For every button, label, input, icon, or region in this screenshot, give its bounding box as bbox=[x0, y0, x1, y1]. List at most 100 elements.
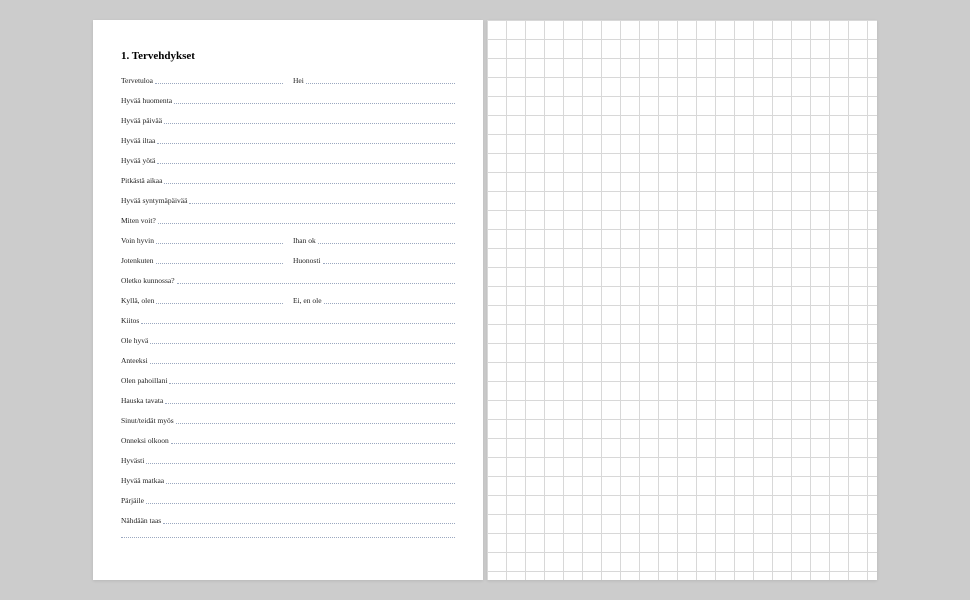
vocab-row: Olen pahoillani bbox=[121, 376, 455, 396]
vocab-cell: Sinut/teidät myös bbox=[121, 416, 455, 425]
vocab-term: Hyvää päivää bbox=[121, 116, 164, 125]
vocab-term: Pärjäile bbox=[121, 496, 146, 505]
fill-line bbox=[166, 483, 455, 484]
vocab-term: Pitkästä aikaa bbox=[121, 176, 164, 185]
fill-line bbox=[169, 383, 455, 384]
vocab-row: Hyvää syntymäpäivää bbox=[121, 196, 455, 216]
vocab-cell: Hyvää päivää bbox=[121, 116, 455, 125]
vocab-term: Hyvää iltaa bbox=[121, 136, 157, 145]
vocab-row: Hauska tavata bbox=[121, 396, 455, 416]
vocab-row: Onneksi olkoon bbox=[121, 436, 455, 456]
vocab-cell: Hyvää iltaa bbox=[121, 136, 455, 145]
vocab-term: Hyvää syntymäpäivää bbox=[121, 196, 189, 205]
vocab-term: Voin hyvin bbox=[121, 236, 156, 245]
page-title: 1. Tervehdykset bbox=[121, 50, 455, 62]
vocab-term: Huonosti bbox=[293, 256, 323, 265]
vocab-cell: Kiitos bbox=[121, 316, 455, 325]
fill-line bbox=[163, 523, 455, 524]
vocab-cell: Hyvästi bbox=[121, 456, 455, 465]
fill-line bbox=[324, 303, 455, 304]
fill-line bbox=[150, 343, 455, 344]
fill-line bbox=[157, 143, 455, 144]
vocab-cell: Onneksi olkoon bbox=[121, 436, 455, 445]
fill-line bbox=[176, 423, 455, 424]
fill-line bbox=[146, 463, 455, 464]
right-page-grid bbox=[487, 20, 877, 580]
vocab-term: Hyvää yötä bbox=[121, 156, 157, 165]
fill-line bbox=[121, 537, 455, 538]
fill-line bbox=[157, 163, 455, 164]
vocab-cell: Jotenkuten bbox=[121, 256, 283, 265]
vocab-term: Hyvää huomenta bbox=[121, 96, 174, 105]
vocab-term: Olen pahoillani bbox=[121, 376, 169, 385]
vocab-row: Hyvästi bbox=[121, 456, 455, 476]
vocab-term: Hyvästi bbox=[121, 456, 146, 465]
vocab-cell: Hyvää huomenta bbox=[121, 96, 455, 105]
vocab-term: Hauska tavata bbox=[121, 396, 165, 405]
vocab-row: Jotenkuten Huonosti bbox=[121, 256, 455, 276]
fill-line bbox=[177, 283, 455, 284]
vocab-row: Sinut/teidät myös bbox=[121, 416, 455, 436]
fill-line bbox=[146, 503, 455, 504]
vocab-cell bbox=[121, 536, 455, 537]
vocab-cell: Olen pahoillani bbox=[121, 376, 455, 385]
vocab-term: Hyvää matkaa bbox=[121, 476, 166, 485]
vocab-cell: Hyvää matkaa bbox=[121, 476, 455, 485]
vocab-term: Oletko kunnossa? bbox=[121, 276, 177, 285]
vocab-cell: Hyvää syntymäpäivää bbox=[121, 196, 455, 205]
vocab-cell: Miten voit? bbox=[121, 216, 455, 225]
vocab-row: Ole hyvä bbox=[121, 336, 455, 356]
vocab-row: Kiitos bbox=[121, 316, 455, 336]
fill-line bbox=[323, 263, 455, 264]
vocab-cell: Hyvää yötä bbox=[121, 156, 455, 165]
fill-line bbox=[155, 83, 283, 84]
vocab-term: Ihan ok bbox=[293, 236, 318, 245]
vocab-term: Ei, en ole bbox=[293, 296, 324, 305]
vocab-cell: Nähdään taas bbox=[121, 516, 455, 525]
vocab-cell: Ihan ok bbox=[293, 236, 455, 245]
vocab-term: Ole hyvä bbox=[121, 336, 150, 345]
vocab-term: Hei bbox=[293, 76, 306, 85]
vocab-cell: Ei, en ole bbox=[293, 296, 455, 305]
vocab-cell: Voin hyvin bbox=[121, 236, 283, 245]
vocab-row: Pitkästä aikaa bbox=[121, 176, 455, 196]
vocab-cell: Pärjäile bbox=[121, 496, 455, 505]
fill-line bbox=[158, 223, 455, 224]
vocab-cell: Hei bbox=[293, 76, 455, 85]
vocab-row: Tervetuloa Hei bbox=[121, 76, 455, 96]
vocab-row: Nähdään taas bbox=[121, 516, 455, 536]
vocab-cell: Kyllä, olen bbox=[121, 296, 283, 305]
vocab-term: Nähdään taas bbox=[121, 516, 163, 525]
fill-line bbox=[164, 123, 455, 124]
vocab-term: Kyllä, olen bbox=[121, 296, 156, 305]
fill-line bbox=[174, 103, 455, 104]
vocab-cell: Hauska tavata bbox=[121, 396, 455, 405]
vocab-row: Anteeksi bbox=[121, 356, 455, 376]
vocab-row: Oletko kunnossa? bbox=[121, 276, 455, 296]
vocab-row: Voin hyvin Ihan ok bbox=[121, 236, 455, 256]
vocab-row: Hyvää matkaa bbox=[121, 476, 455, 496]
vocab-cell: Tervetuloa bbox=[121, 76, 283, 85]
fill-line bbox=[171, 443, 455, 444]
fill-line bbox=[156, 263, 284, 264]
fill-line bbox=[306, 83, 455, 84]
vocab-row: Hyvää päivää bbox=[121, 116, 455, 136]
vocab-term: Sinut/teidät myös bbox=[121, 416, 176, 425]
vocab-term: Miten voit? bbox=[121, 216, 158, 225]
fill-line bbox=[150, 363, 455, 364]
left-page: 1. Tervehdykset Tervetuloa Hei Hyvää huome… bbox=[93, 20, 483, 580]
vocab-row: Pärjäile bbox=[121, 496, 455, 516]
fill-line bbox=[318, 243, 455, 244]
vocab-term: Tervetuloa bbox=[121, 76, 155, 85]
vocab-row bbox=[121, 536, 455, 556]
vocab-row: Hyvää yötä bbox=[121, 156, 455, 176]
vocab-term: Anteeksi bbox=[121, 356, 150, 365]
vocab-cell: Oletko kunnossa? bbox=[121, 276, 455, 285]
vocab-term: Jotenkuten bbox=[121, 256, 156, 265]
vocab-cell: Anteeksi bbox=[121, 356, 455, 365]
fill-line bbox=[156, 243, 283, 244]
page-spread: 1. Tervehdykset Tervetuloa Hei Hyvää huome… bbox=[93, 20, 877, 580]
fill-line bbox=[156, 303, 283, 304]
vocab-term: Onneksi olkoon bbox=[121, 436, 171, 445]
fill-line bbox=[141, 323, 455, 324]
